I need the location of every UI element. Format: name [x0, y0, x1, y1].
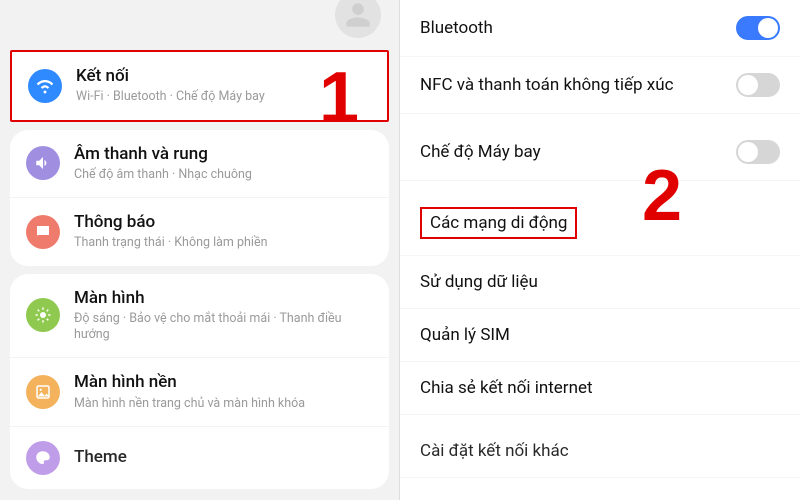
mobile-networks-label: Các mạng di động — [420, 207, 577, 239]
theme-title: Theme — [74, 447, 373, 468]
wallpaper-sub: Màn hình nền trang chủ và màn hình khóa — [74, 396, 373, 412]
display-title: Màn hình — [74, 288, 373, 309]
sound-title: Âm thanh và rung — [74, 144, 373, 165]
connections-title: Kết nối — [76, 66, 371, 87]
nfc-toggle[interactable] — [736, 73, 780, 97]
connections-card-highlighted: Kết nối Wi-Fi · Bluetooth · Chế độ Máy b… — [10, 50, 389, 122]
nfc-label: NFC và thanh toán không tiếp xúc — [420, 75, 726, 95]
topbar — [0, 0, 399, 44]
tethering-label: Chia sẻ kết nối internet — [420, 378, 780, 398]
airplane-toggle[interactable] — [736, 140, 780, 164]
airplane-label: Chế độ Máy bay — [420, 142, 726, 162]
wallpaper-title: Màn hình nền — [74, 372, 373, 393]
wifi-icon — [28, 69, 62, 103]
setting-row-nfc[interactable]: NFC và thanh toán không tiếp xúc — [400, 57, 800, 114]
setting-row-bluetooth[interactable]: Bluetooth — [400, 0, 800, 57]
notifications-title: Thông báo — [74, 212, 373, 233]
divider — [400, 181, 800, 191]
setting-row-airplane[interactable]: Chế độ Máy bay — [400, 124, 800, 181]
setting-row-tethering[interactable]: Chia sẻ kết nối internet — [400, 362, 800, 415]
settings-main-pane: Kết nối Wi-Fi · Bluetooth · Chế độ Máy b… — [0, 0, 400, 500]
data-usage-label: Sử dụng dữ liệu — [420, 272, 780, 292]
divider — [400, 114, 800, 124]
connections-list: Bluetooth NFC và thanh toán không tiếp x… — [400, 0, 800, 478]
settings-item-notifications[interactable]: Thông báo Thanh trạng thái · Không làm p… — [10, 198, 389, 266]
display-icon — [26, 298, 60, 332]
profile-avatar[interactable] — [335, 0, 381, 38]
sound-icon — [26, 146, 60, 180]
settings-item-theme[interactable]: Theme — [10, 427, 389, 489]
setting-row-data-usage[interactable]: Sử dụng dữ liệu — [400, 256, 800, 309]
divider — [400, 415, 800, 425]
settings-item-connections[interactable]: Kết nối Wi-Fi · Bluetooth · Chế độ Máy b… — [12, 52, 387, 120]
wallpaper-icon — [26, 375, 60, 409]
sim-label: Quản lý SIM — [420, 325, 780, 345]
setting-row-mobile-networks[interactable]: Các mạng di động — [400, 191, 800, 256]
setting-row-sim[interactable]: Quản lý SIM — [400, 309, 800, 362]
sound-notifications-card: Âm thanh và rung Chế độ âm thanh · Nhạc … — [10, 130, 389, 266]
bluetooth-label: Bluetooth — [420, 18, 726, 38]
settings-item-sound[interactable]: Âm thanh và rung Chế độ âm thanh · Nhạc … — [10, 130, 389, 199]
setting-row-more-connections[interactable]: Cài đặt kết nối khác — [400, 425, 800, 478]
more-connections-label: Cài đặt kết nối khác — [420, 441, 780, 461]
person-icon — [344, 1, 372, 29]
connections-detail-pane: Bluetooth NFC và thanh toán không tiếp x… — [400, 0, 800, 500]
row-texts: Kết nối Wi-Fi · Bluetooth · Chế độ Máy b… — [76, 66, 371, 106]
display-sub: Độ sáng · Bảo vệ cho mắt thoải mái · Tha… — [74, 311, 373, 344]
bluetooth-toggle[interactable] — [736, 16, 780, 40]
display-wallpaper-card: Màn hình Độ sáng · Bảo vệ cho mắt thoải … — [10, 274, 389, 489]
settings-item-display[interactable]: Màn hình Độ sáng · Bảo vệ cho mắt thoải … — [10, 274, 389, 359]
settings-item-wallpaper[interactable]: Màn hình nền Màn hình nền trang chủ và m… — [10, 358, 389, 427]
notifications-sub: Thanh trạng thái · Không làm phiền — [74, 235, 373, 251]
notification-icon — [26, 215, 60, 249]
connections-sub: Wi-Fi · Bluetooth · Chế độ Máy bay — [76, 89, 371, 105]
theme-icon — [26, 441, 60, 475]
sound-sub: Chế độ âm thanh · Nhạc chuông — [74, 167, 373, 183]
